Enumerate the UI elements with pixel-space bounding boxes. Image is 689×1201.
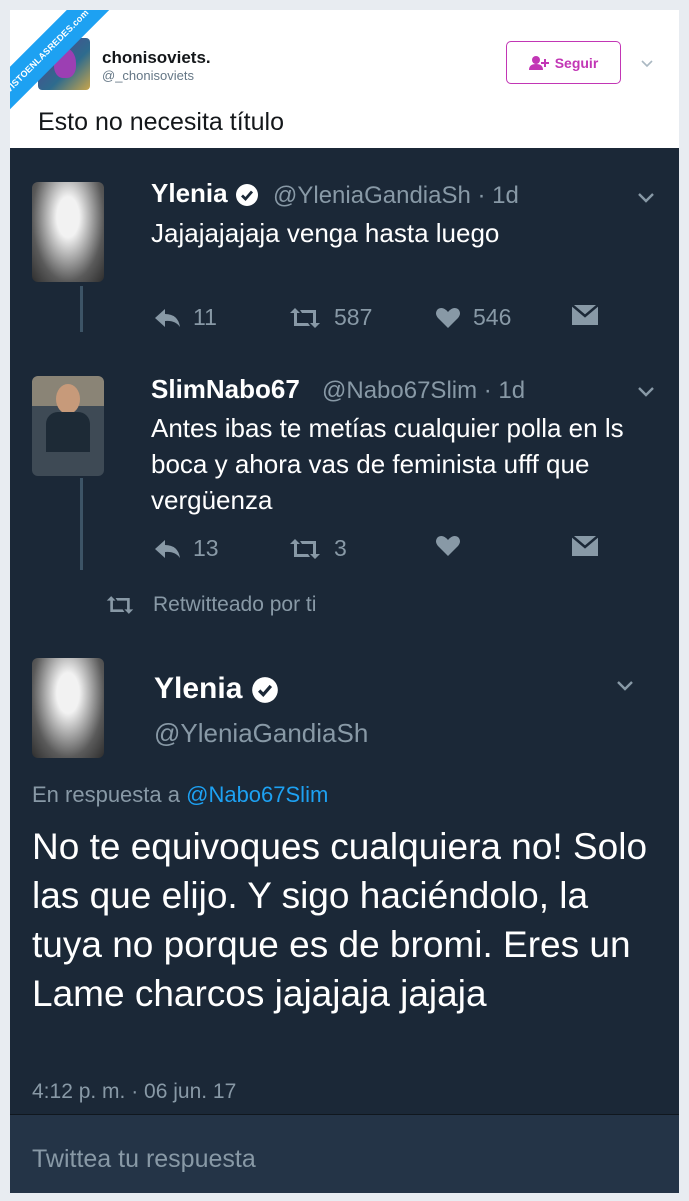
reply-button[interactable]: 13 (153, 535, 219, 562)
tweet-handle-time[interactable]: @YleniaGandiaSh · 1d (273, 182, 519, 210)
retweet-button[interactable]: 587 (288, 304, 372, 331)
reply-icon (155, 539, 180, 558)
avatar[interactable] (32, 182, 104, 282)
retweet-icon (290, 538, 320, 559)
like-button[interactable]: 546 (435, 304, 511, 331)
tweet-author[interactable]: Ylenia (151, 178, 259, 209)
retweet-button[interactable]: 3 (288, 535, 347, 562)
message-button[interactable] (571, 535, 599, 557)
retweeted-indicator: Retwitteado por ti (105, 593, 316, 617)
retweet-count: 3 (334, 535, 347, 561)
retweet-count: 587 (334, 304, 373, 330)
reply-button[interactable]: 11 (153, 304, 217, 331)
tweet-author[interactable]: Ylenia (154, 672, 279, 706)
tweet-timestamp[interactable]: 4:12 p. m. · 06 jun. 17 (32, 1080, 236, 1104)
reply-target-link[interactable]: @Nabo67Slim (186, 782, 328, 807)
tweet-caption: Esto no necesita título (38, 108, 284, 136)
retweeted-label: Retwitteado por ti (153, 593, 317, 616)
reply-input[interactable]: Twittea tu respuesta (32, 1145, 256, 1174)
like-button[interactable] (435, 535, 461, 557)
user-name[interactable]: chonisoviets. (102, 48, 211, 68)
chevron-down-icon[interactable] (640, 56, 654, 70)
tweet-text: Antes ibas te metías cualquier polla en … (151, 413, 624, 515)
reply-composer[interactable]: Twittea tu respuesta (10, 1115, 679, 1193)
chevron-down-icon[interactable] (637, 192, 655, 204)
chevron-down-icon[interactable] (616, 680, 634, 692)
verified-icon (235, 184, 258, 207)
envelope-icon (571, 304, 599, 325)
verified-icon (251, 677, 278, 703)
chevron-down-icon[interactable] (637, 386, 655, 398)
tweet-card: VISTOENLASREDES.com chonisoviets. @_chon… (10, 10, 679, 1193)
avatar[interactable] (32, 376, 104, 476)
follow-label: Seguir (554, 54, 599, 71)
tweet-header: chonisoviets. @_chonisoviets Seguir Esto… (10, 10, 679, 148)
heart-icon (436, 307, 460, 328)
reply-count: 11 (193, 304, 217, 330)
tweet-text: No te equivoques cualquiera no! Solo las… (32, 826, 648, 1014)
reply-count: 13 (193, 535, 219, 561)
avatar[interactable] (32, 658, 104, 758)
tweet-handle-time[interactable]: @Nabo67Slim · 1d (322, 377, 525, 405)
thread-line (80, 478, 83, 570)
author-name: Ylenia (154, 672, 243, 705)
heart-icon (436, 536, 460, 556)
reply-icon (155, 308, 180, 327)
tweet-handle[interactable]: @YleniaGandiaSh (154, 718, 368, 749)
follow-button[interactable]: Seguir (506, 41, 621, 84)
tweet-text: Jajajajajaja venga hasta luego (151, 218, 500, 248)
reply-context: En respuesta a @Nabo67Slim (32, 782, 328, 808)
retweet-icon (290, 307, 320, 328)
screenshot-area: Ylenia @YleniaGandiaSh · 1d Jajajajajaja… (10, 148, 679, 1193)
like-count: 546 (473, 304, 512, 330)
thread-line (80, 286, 83, 332)
reply-prefix: En respuesta a (32, 782, 180, 807)
add-user-icon (528, 55, 549, 70)
retweet-icon (106, 596, 134, 614)
author-name[interactable]: SlimNabo67 (151, 374, 300, 405)
user-handle[interactable]: @_chonisoviets (102, 68, 194, 83)
envelope-icon (571, 535, 599, 556)
message-button[interactable] (571, 304, 599, 326)
author-name: Ylenia (151, 178, 228, 208)
